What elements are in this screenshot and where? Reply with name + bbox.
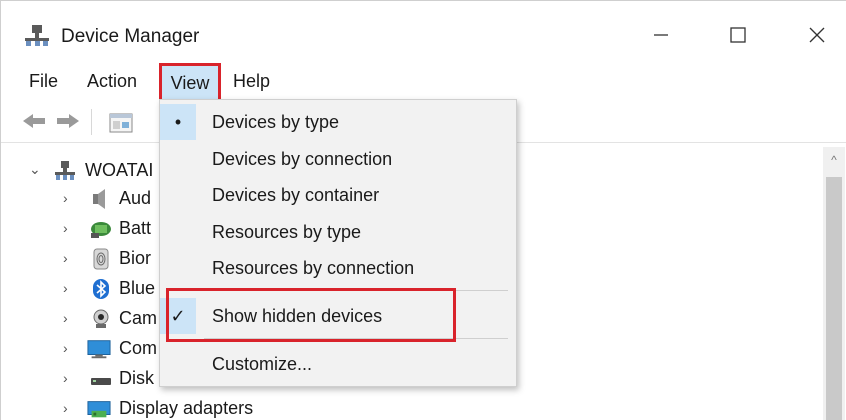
highlight-box-show-hidden [166,288,456,342]
chevron-right-icon[interactable]: › [63,340,68,356]
chevron-right-icon[interactable]: › [63,280,68,296]
minimize-icon [654,34,668,36]
computer-icon [87,340,111,359]
chevron-down-icon[interactable]: ⌄ [29,161,41,178]
menu-item-label: Devices by container [212,185,380,205]
tree-item-label: Blue [119,278,156,298]
properties-icon[interactable] [109,113,133,133]
audio-icon [93,189,105,209]
menu-help[interactable]: Help [227,69,276,94]
camera-icon [93,309,109,328]
tree-item-label: Aud [119,188,152,208]
chevron-right-icon[interactable]: › [63,190,68,206]
menu-action[interactable]: Action [81,69,143,94]
tree-item-label: Cam [119,308,158,328]
chevron-right-icon[interactable]: › [63,220,68,236]
menu-item-label: Customize... [212,354,313,374]
tree-root-label: WOATAI [85,160,154,180]
tree-item-label: Batt [119,218,152,238]
forward-arrow-icon[interactable] [55,111,81,131]
menu-bar: File Action View Help [1,63,846,103]
menu-item-label: Devices by type [212,112,340,132]
chevron-right-icon[interactable]: › [63,250,68,266]
scroll-thumb[interactable] [826,177,842,420]
tree-item[interactable]: › Display adapters [1,393,821,420]
tree-item-label: Disk [119,368,154,388]
menu-item-customize[interactable]: Customize... [160,346,516,382]
disk-icon [91,378,111,385]
device-manager-window: Device Manager File Action View Help ⌄ W… [0,0,846,420]
tree-item-label: Bior [119,248,152,268]
bullet-icon: • [160,104,196,140]
maximize-icon [730,27,746,43]
menu-item-devices-by-container[interactable]: Devices by container [160,177,516,213]
toolbar-separator [91,109,92,135]
title-bar: Device Manager [1,1,846,59]
close-icon [809,27,825,43]
menu-item-label: Resources by type [212,222,362,242]
tree-item-label: Com [119,338,158,358]
menu-item-label: Resources by connection [212,258,415,278]
view-menu-dropdown: • Devices by type Devices by connection … [159,99,517,387]
biometric-icon [93,248,109,270]
bluetooth-icon [93,279,109,299]
menu-file[interactable]: File [23,69,64,94]
vertical-scrollbar[interactable]: ^ [823,147,845,420]
chevron-right-icon[interactable]: › [63,400,68,416]
tree-item-label: Display adapters [119,398,254,418]
back-arrow-icon[interactable] [21,111,47,131]
computer-root-icon [55,161,75,180]
menu-item-devices-by-connection[interactable]: Devices by connection [160,141,516,177]
display-adapter-icon [87,401,111,418]
menu-item-resources-by-connection[interactable]: Resources by connection [160,250,516,286]
menu-item-resources-by-type[interactable]: Resources by type [160,214,516,250]
chevron-right-icon[interactable]: › [63,370,68,386]
minimize-button[interactable] [641,17,681,53]
menu-item-label: Devices by connection [212,149,393,169]
battery-icon [91,222,111,238]
menu-item-devices-by-type[interactable]: • Devices by type [160,104,516,140]
window-title: Device Manager [61,26,200,47]
scroll-up-icon[interactable]: ^ [823,153,845,167]
chevron-right-icon[interactable]: › [63,310,68,326]
maximize-button[interactable] [718,17,758,53]
menu-view[interactable]: View [159,63,221,103]
device-manager-icon [25,25,49,46]
close-button[interactable] [797,17,837,53]
